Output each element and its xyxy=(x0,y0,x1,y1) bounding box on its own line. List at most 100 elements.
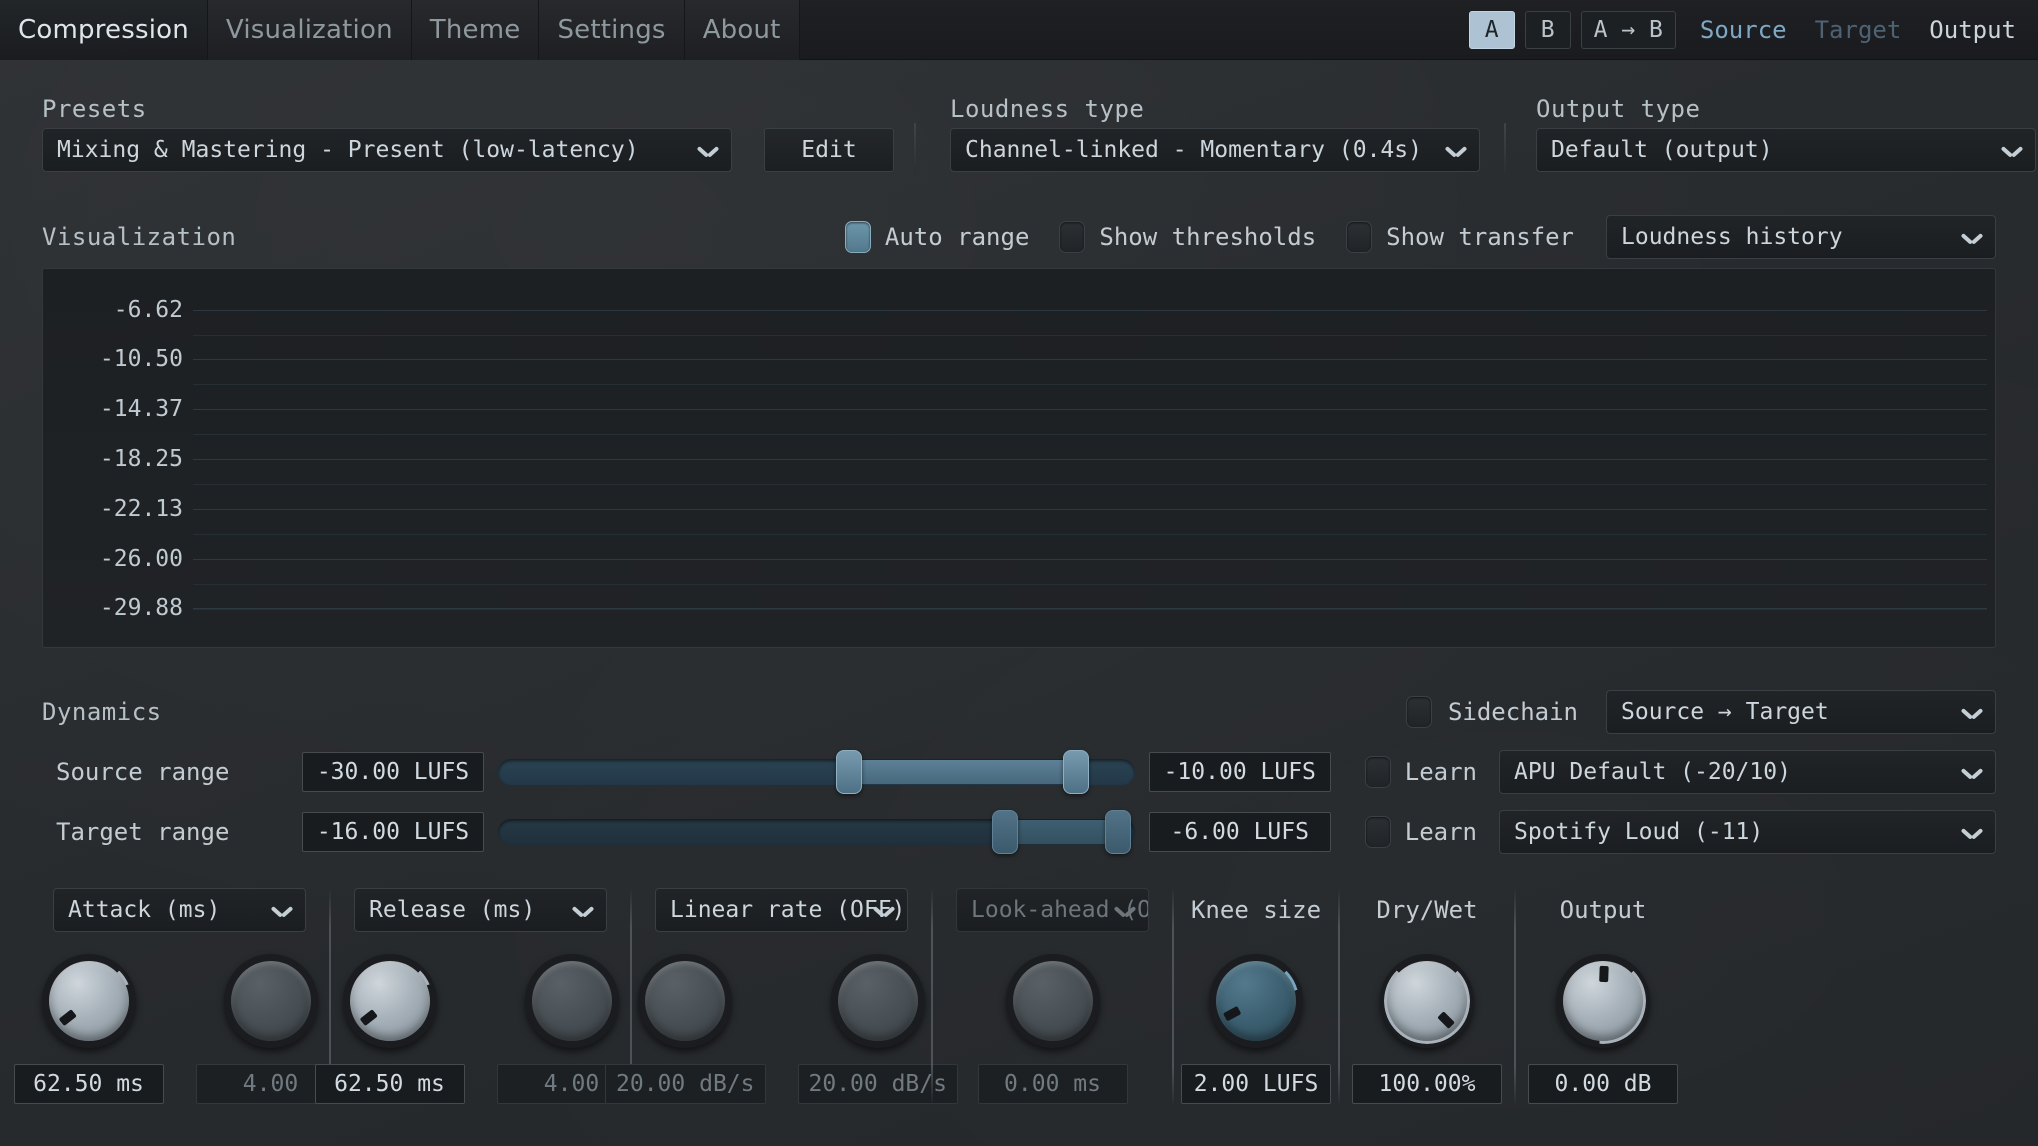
chevron-down-icon xyxy=(1962,232,1982,243)
sidechain-routing-select[interactable]: Source → Target xyxy=(1606,690,1996,734)
preset-slot-a-button[interactable]: A xyxy=(1468,11,1515,49)
tab-compression[interactable]: Compression xyxy=(0,0,208,60)
source-range-preset-value: APU Default (-20/10) xyxy=(1514,759,1791,785)
divider xyxy=(1172,888,1174,1106)
target-range-min-value[interactable]: -16.00 LUFS xyxy=(302,812,484,852)
source-range-max-value[interactable]: -10.00 LUFS xyxy=(1148,752,1331,792)
slider-selected-range xyxy=(1004,820,1119,844)
knob-body xyxy=(1216,961,1296,1041)
show-thresholds-label[interactable]: Show thresholds xyxy=(1099,223,1316,251)
slider-handle-low[interactable] xyxy=(991,810,1018,854)
knob-value-field[interactable]: 20.00 dB/s xyxy=(605,1064,766,1104)
sidechain-routing-value: Source → Target xyxy=(1621,699,1829,725)
knob[interactable] xyxy=(1380,954,1474,1048)
tab-settings[interactable]: Settings xyxy=(539,0,685,60)
knob[interactable] xyxy=(1209,954,1303,1048)
knob-value-field[interactable]: 20.00 dB/s xyxy=(797,1064,958,1104)
chevron-down-icon xyxy=(1962,707,1982,718)
knob-cell: 20.00 dB/s xyxy=(797,954,958,1104)
knob[interactable] xyxy=(41,954,136,1048)
show-transfer-label[interactable]: Show transfer xyxy=(1386,223,1574,251)
preset-select[interactable]: Mixing & Mastering - Present (low-latenc… xyxy=(42,128,732,172)
loudness-history-graph[interactable]: -6.62 -10.50 -14.37 -18.25 -22.13 -26.00 -29.8… xyxy=(42,268,1996,648)
chevron-down-icon xyxy=(1115,905,1135,916)
output-type-select[interactable]: Default (output) xyxy=(1536,128,2036,172)
knob[interactable] xyxy=(1005,954,1100,1048)
knob[interactable] xyxy=(524,954,619,1048)
knob-body xyxy=(349,961,430,1041)
knob-value-field[interactable]: 2.00 LUFS xyxy=(1181,1064,1331,1104)
knobs: 0.00 dB xyxy=(1528,954,1678,1104)
knob-value-field[interactable]: 62.50 ms xyxy=(314,1064,465,1104)
grid-line xyxy=(193,583,1987,585)
knob[interactable] xyxy=(223,954,318,1048)
target-learn-label[interactable]: Learn xyxy=(1405,818,1477,846)
slider-handle-high[interactable] xyxy=(1105,810,1132,854)
slider-handle-low[interactable] xyxy=(835,750,862,794)
target-range-preset-value: Spotify Loud (-11) xyxy=(1514,819,1764,845)
knob-group: Linear rate (OFF) 20.00 dB/s 20.00 dB/s xyxy=(605,888,958,1104)
target-range-preset-select[interactable]: Spotify Loud (-11) xyxy=(1499,810,1996,854)
source-learn-checkbox[interactable] xyxy=(1364,756,1391,788)
preset-select-value: Mixing & Mastering - Present (low-latenc… xyxy=(57,137,639,163)
target-range-row: Target range -16.00 LUFS -6.00 LUFS Lear… xyxy=(42,810,1996,854)
auto-range-label[interactable]: Auto range xyxy=(885,223,1030,251)
visualization-mode-select[interactable]: Loudness history xyxy=(1606,215,1996,259)
knob-group-select[interactable]: Release (ms) xyxy=(354,888,607,932)
target-range-slider[interactable] xyxy=(498,810,1135,854)
sidechain-label[interactable]: Sidechain xyxy=(1448,698,1578,726)
source-range-min-value[interactable]: -30.00 LUFS xyxy=(302,752,484,792)
loudness-type-label: Loudness type xyxy=(950,95,1145,123)
tab-visualization[interactable]: Visualization xyxy=(207,0,412,60)
knob-body xyxy=(837,961,918,1041)
sidechain-checkbox[interactable] xyxy=(1405,696,1432,728)
show-transfer-checkbox[interactable] xyxy=(1346,221,1373,253)
knob[interactable] xyxy=(342,954,437,1048)
edit-preset-button[interactable]: Edit xyxy=(764,128,894,172)
meter-tab-source[interactable]: Source xyxy=(1686,16,1801,44)
tab-about[interactable]: About xyxy=(684,0,800,60)
knob[interactable] xyxy=(830,954,925,1048)
meter-tab-target[interactable]: Target xyxy=(1801,16,1916,44)
knob-cell: 62.50 ms xyxy=(314,954,465,1104)
source-range-slider[interactable] xyxy=(498,750,1135,794)
knob-value-field[interactable]: 0.00 dB xyxy=(1528,1064,1678,1104)
slider-selected-range xyxy=(848,760,1076,784)
knob-value-field[interactable]: 62.50 ms xyxy=(13,1064,164,1104)
knob-cell: 100.00% xyxy=(1352,954,1502,1104)
divider xyxy=(1514,888,1516,1106)
knob-cell: 62.50 ms xyxy=(13,954,164,1104)
knob-group-select-value: Attack (ms) xyxy=(68,897,221,923)
grid-line xyxy=(193,309,1987,311)
source-learn-label[interactable]: Learn xyxy=(1405,758,1477,786)
copy-a-to-b-button[interactable]: A → B xyxy=(1580,11,1676,49)
knob-row: Attack (ms) 62.50 ms 4.00 Release (ms) 62.50… xyxy=(13,888,1996,1128)
tab-theme[interactable]: Theme xyxy=(411,0,540,60)
meter-tab-output[interactable]: Output xyxy=(1915,16,2030,44)
show-thresholds-checkbox[interactable] xyxy=(1059,221,1086,253)
grid-line xyxy=(193,384,1987,386)
target-learn-checkbox[interactable] xyxy=(1364,816,1391,848)
y-axis-tick-label: -10.50 xyxy=(99,346,183,373)
source-range-label: Source range xyxy=(56,758,230,786)
knob[interactable] xyxy=(1556,954,1650,1048)
target-range-max-value[interactable]: -6.00 LUFS xyxy=(1148,812,1331,852)
knob-group-select[interactable]: Linear rate (OFF) xyxy=(655,888,908,932)
knob[interactable] xyxy=(638,954,733,1048)
knob-value-field[interactable]: 100.00% xyxy=(1352,1064,1502,1104)
source-range-preset-select[interactable]: APU Default (-20/10) xyxy=(1499,750,1996,794)
knob-value-field[interactable]: 0.00 ms xyxy=(977,1064,1128,1104)
knob-group-select[interactable]: Look-ahead (OFF) xyxy=(956,888,1149,932)
grid-line xyxy=(193,508,1987,510)
knob-group: Release (ms) 62.50 ms 4.00 xyxy=(314,888,647,1104)
chevron-down-icon xyxy=(1962,827,1982,838)
knob-group-label: Dry/Wet xyxy=(1376,896,1478,924)
loudness-type-select[interactable]: Channel-linked - Momentary (0.4s) xyxy=(950,128,1480,172)
output-type-label: Output type xyxy=(1536,95,1701,123)
top-bar: Compression Visualization Theme Settings Abo… xyxy=(0,0,2038,60)
grid-line xyxy=(193,558,1987,560)
slider-handle-high[interactable] xyxy=(1062,750,1089,794)
knob-group-select[interactable]: Attack (ms) xyxy=(53,888,306,932)
preset-slot-b-button[interactable]: B xyxy=(1524,11,1571,49)
auto-range-checkbox[interactable] xyxy=(844,221,871,253)
